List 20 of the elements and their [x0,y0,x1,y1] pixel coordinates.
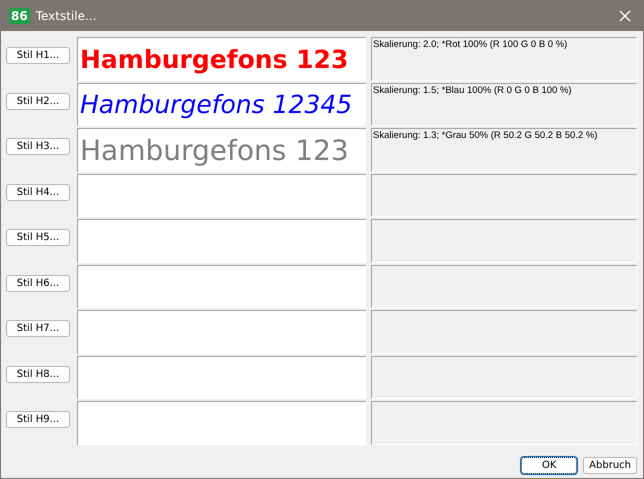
preview-text: Hamburgefons 12345 [80,90,352,120]
style-button[interactable]: Stil H2... [6,92,70,110]
style-button[interactable]: Stil H9... [6,411,70,428]
close-icon[interactable] [619,10,631,22]
style-button[interactable]: Stil H3... [6,138,70,156]
cancel-button[interactable]: Abbruch [583,457,637,474]
style-button[interactable]: Stil H1... [6,47,70,64]
style-button[interactable]: Stil H6... [6,274,70,292]
description-text: Skalierung: 2.0; *Rot 100% (R 100 G 0 B 0 %) [373,39,568,50]
style-button[interactable]: Stil H7... [6,320,70,338]
style-button[interactable]: Stil H8... [6,366,70,383]
style-button[interactable]: Stil H4... [6,184,70,201]
description-text: Skalierung: 1.5; *Blau 100% (R 0 G 0 B 100 %) [373,84,572,96]
app-icon: 86 [9,8,30,24]
ok-button[interactable]: OK [521,457,578,474]
window-title: Textstile... [36,8,98,22]
preview-text: Hamburgefons 123 [80,134,349,167]
description-text: Skalierung: 1.3; *Grau 50% (R 50.2 G 50.2 B 50.2 %) [373,130,598,141]
preview-text: Hamburgefons 123 [80,44,348,74]
style-button[interactable]: Stil H5... [6,229,70,246]
